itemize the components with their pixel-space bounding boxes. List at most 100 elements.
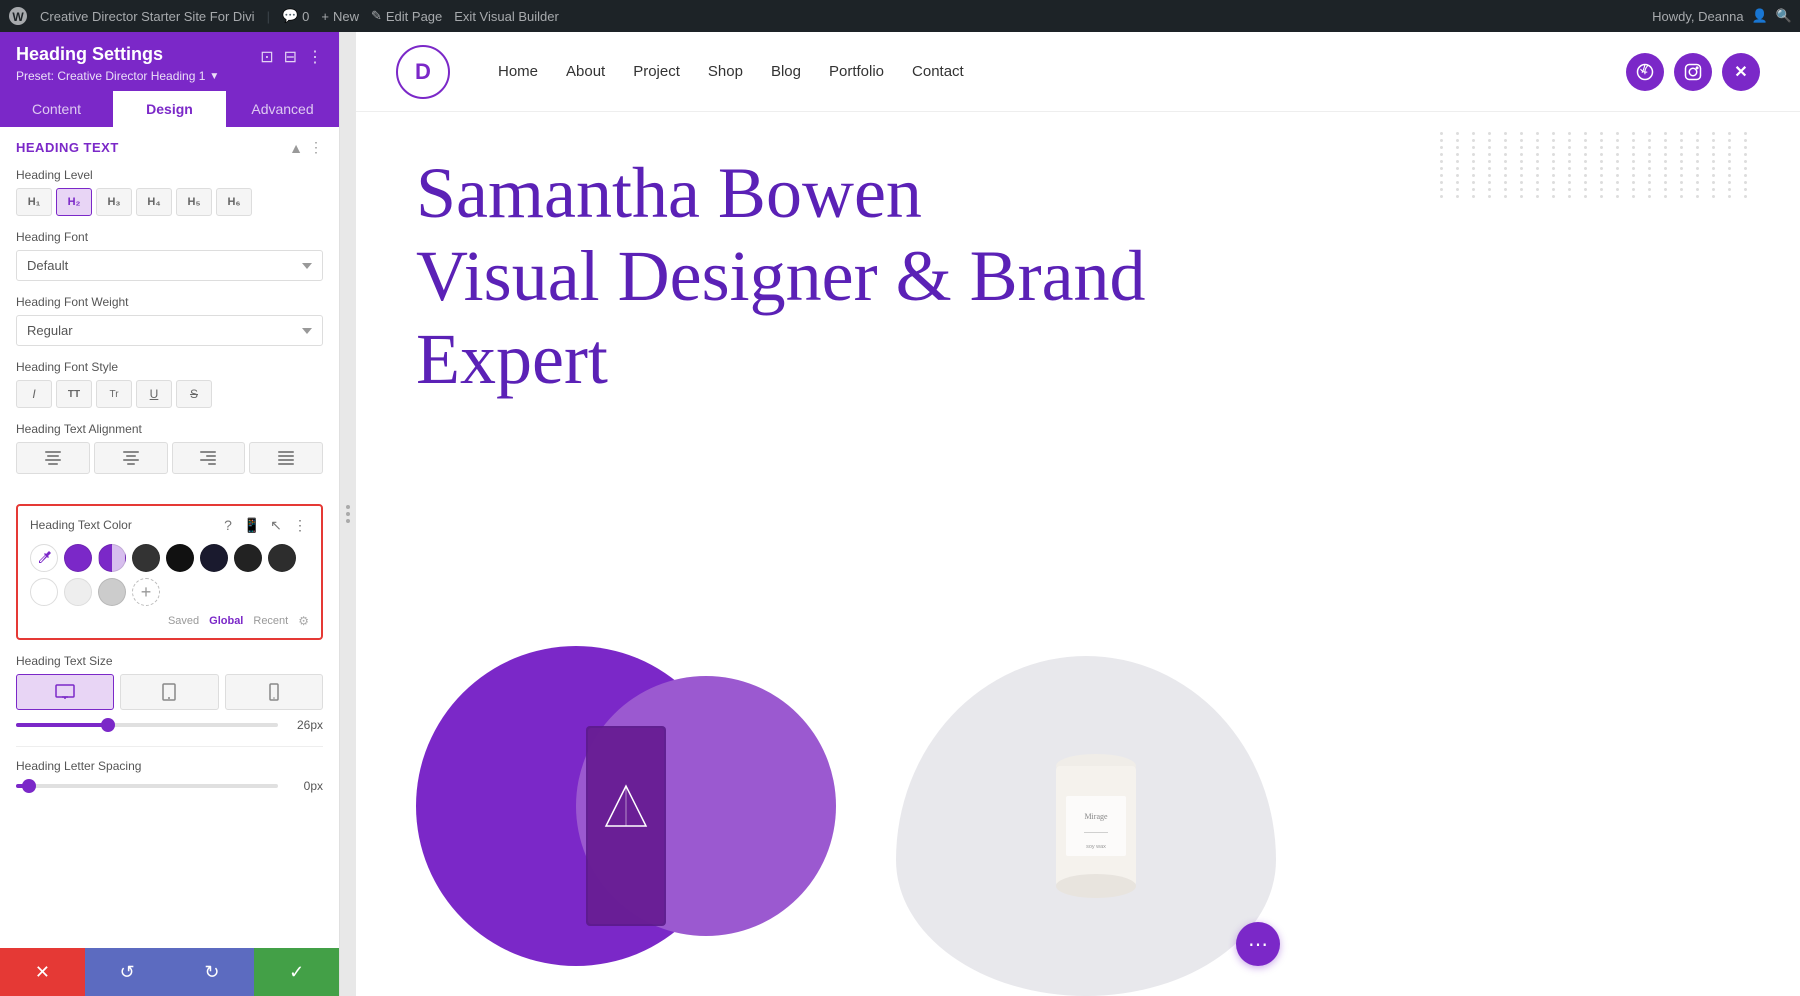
redo-button[interactable]: ↻ (170, 948, 255, 996)
heading-level-h6[interactable]: H₆ (216, 188, 252, 216)
size-device-buttons (16, 674, 323, 710)
wp-logo-icon[interactable]: W (8, 6, 28, 26)
tab-content[interactable]: Content (0, 91, 113, 127)
search-icon[interactable]: 🔍 (1776, 8, 1792, 24)
heading-level-h3[interactable]: H₃ (96, 188, 132, 216)
cancel-button[interactable]: ✕ (0, 948, 85, 996)
tab-design[interactable]: Design (113, 91, 226, 127)
align-right-button[interactable] (172, 442, 246, 474)
dot (1648, 160, 1651, 163)
color-swatch-half-purple[interactable] (98, 544, 126, 572)
color-add-button[interactable]: + (132, 578, 160, 606)
nav-project[interactable]: Project (633, 63, 680, 80)
letter-spacing-slider-track[interactable] (16, 784, 278, 788)
comment-count[interactable]: 💬 0 (282, 8, 309, 24)
color-swatch-near-black[interactable] (166, 544, 194, 572)
color-more-icon[interactable]: ⋮ (291, 516, 309, 534)
letter-spacing-slider-row: 0px (16, 779, 323, 793)
nav-portfolio[interactable]: Portfolio (829, 63, 884, 80)
style-uppercase-button[interactable]: TT (56, 380, 92, 408)
style-italic-button[interactable]: I (16, 380, 52, 408)
dot (1728, 174, 1731, 177)
undo-button[interactable]: ↺ (85, 948, 170, 996)
color-device-icon[interactable]: 📱 (243, 516, 261, 534)
color-swatch-gray[interactable] (98, 578, 126, 606)
dot (1648, 181, 1651, 184)
site-name[interactable]: Creative Director Starter Site For Divi (40, 9, 255, 24)
twitter-x-icon[interactable]: ✕ (1722, 53, 1760, 91)
color-eyedropper[interactable] (30, 544, 58, 572)
color-cursor-icon[interactable]: ↖ (267, 516, 285, 534)
color-tab-saved[interactable]: Saved (168, 615, 199, 627)
avatar[interactable]: 👤 (1752, 8, 1768, 24)
color-swatch-dark-gray[interactable] (132, 544, 160, 572)
dot (1664, 139, 1667, 142)
text-size-slider-track[interactable] (16, 723, 278, 727)
nav-about[interactable]: About (566, 63, 605, 80)
align-center-button[interactable] (94, 442, 168, 474)
slider-thumb[interactable] (101, 718, 115, 732)
dot (1504, 195, 1507, 198)
section-menu-icon[interactable]: ⋮ (309, 139, 323, 156)
heading-font-select[interactable]: Default (16, 250, 323, 281)
dot (1584, 160, 1587, 163)
instagram-icon[interactable] (1674, 53, 1712, 91)
color-settings-icon[interactable]: ⚙ (298, 614, 309, 628)
dot (1616, 160, 1619, 163)
dribbble-icon[interactable] (1626, 53, 1664, 91)
dot (1472, 160, 1475, 163)
color-swatch-black2[interactable] (234, 544, 262, 572)
device-mobile-button[interactable] (225, 674, 323, 710)
color-swatch-white[interactable] (30, 578, 58, 606)
color-tab-global[interactable]: Global (209, 615, 243, 627)
dot (1712, 146, 1715, 149)
dot (1568, 146, 1571, 149)
site-logo[interactable]: D (396, 45, 450, 99)
heading-level-h1[interactable]: H₁ (16, 188, 52, 216)
dot (1696, 174, 1699, 177)
device-tablet-button[interactable] (120, 674, 218, 710)
section-collapse-icon[interactable]: ▲ (289, 140, 303, 156)
nav-shop[interactable]: Shop (708, 63, 743, 80)
heading-level-h4[interactable]: H₄ (136, 188, 172, 216)
dot (1632, 132, 1635, 135)
dot (1552, 195, 1555, 198)
dot (1616, 195, 1619, 198)
nav-blog[interactable]: Blog (771, 63, 801, 80)
heading-level-h5[interactable]: H₅ (176, 188, 212, 216)
dot (1488, 132, 1491, 135)
save-button[interactable]: ✓ (254, 948, 339, 996)
color-help-icon[interactable]: ? (219, 516, 237, 534)
style-strikethrough-button[interactable]: S (176, 380, 212, 408)
float-action-button[interactable]: ⋯ (1236, 922, 1280, 966)
align-justify-button[interactable] (249, 442, 323, 474)
tab-advanced[interactable]: Advanced (226, 91, 339, 127)
resize-handle[interactable] (340, 32, 356, 996)
heading-level-h2[interactable]: H₂ (56, 188, 92, 216)
dot (1664, 174, 1667, 177)
panel-preset[interactable]: Preset: Creative Director Heading 1 ▼ (16, 69, 323, 83)
exit-builder-button[interactable]: Exit Visual Builder (454, 9, 559, 24)
dot (1680, 174, 1683, 177)
heading-font-weight-select[interactable]: Regular (16, 315, 323, 346)
heading-font-style-label: Heading Font Style (16, 360, 323, 374)
edit-page-button[interactable]: ✎ Edit Page (371, 8, 442, 24)
style-capitalize-button[interactable]: Tr (96, 380, 132, 408)
color-swatch-dark-navy[interactable] (200, 544, 228, 572)
color-swatch-purple[interactable] (64, 544, 92, 572)
panel-menu-icon[interactable]: ⋮ (307, 47, 323, 67)
dot (1440, 174, 1443, 177)
dot (1536, 174, 1539, 177)
panel-expand-icon[interactable]: ⊟ (284, 47, 297, 67)
letter-spacing-thumb[interactable] (22, 779, 36, 793)
new-button[interactable]: + New (321, 9, 359, 24)
align-left-button[interactable] (16, 442, 90, 474)
style-underline-button[interactable]: U (136, 380, 172, 408)
nav-contact[interactable]: Contact (912, 63, 964, 80)
color-swatch-light-gray[interactable] (64, 578, 92, 606)
color-swatch-charcoal[interactable] (268, 544, 296, 572)
nav-home[interactable]: Home (498, 63, 538, 80)
color-tab-recent[interactable]: Recent (253, 615, 288, 627)
panel-settings-icon[interactable]: ⊡ (260, 47, 273, 67)
device-desktop-button[interactable] (16, 674, 114, 710)
